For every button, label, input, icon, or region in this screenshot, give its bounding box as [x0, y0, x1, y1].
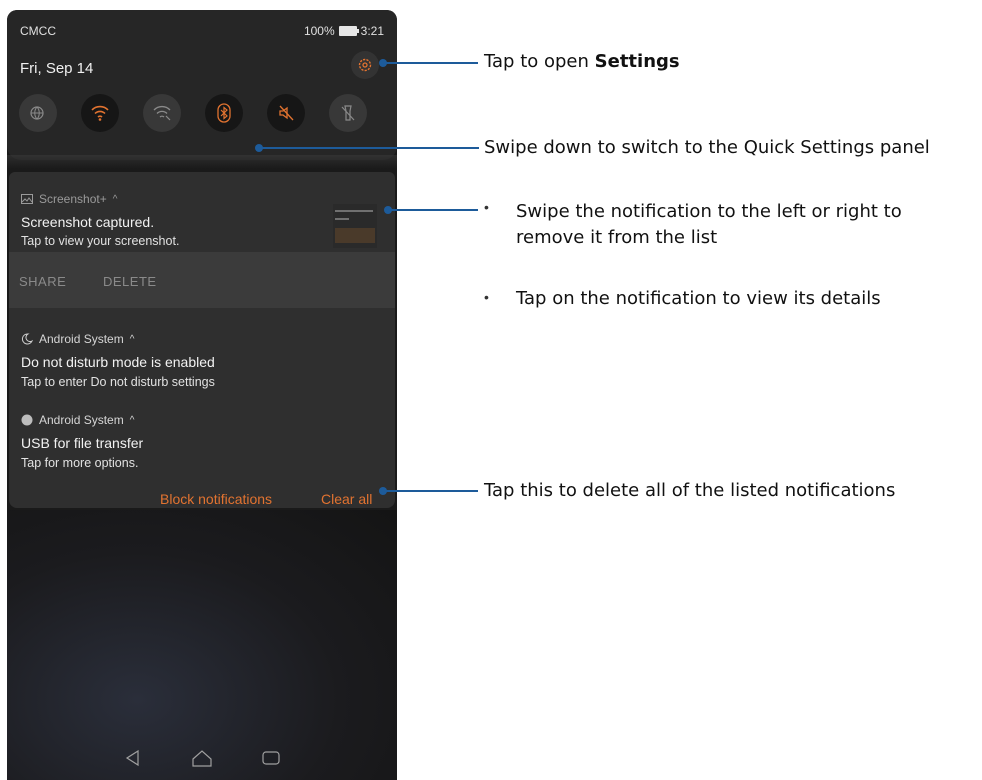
navigation-bar [7, 748, 397, 768]
notification-text[interactable]: Tap to enter Do not disturb settings [21, 375, 215, 389]
bluetooth-icon [217, 103, 231, 123]
globe-icon [30, 106, 44, 120]
annotation-settings: Tap to open Settings [484, 49, 680, 75]
settings-gear-button[interactable] [351, 51, 379, 79]
back-icon[interactable] [123, 748, 143, 768]
annotation-swipe-notification: Swipe the notification to the left or ri… [516, 201, 902, 248]
notification-app-row: Screenshot+ ^ [21, 192, 117, 206]
callout-line [388, 209, 478, 211]
notification-text[interactable]: Tap for more options. [21, 456, 138, 470]
notification-app-name: Android System [39, 332, 124, 346]
notification-group-system: Android System ^ Do not disturb mode is … [9, 308, 395, 508]
date-label: Fri, Sep 14 [20, 60, 94, 77]
notification-app-name: Screenshot+ [39, 192, 107, 206]
tile-network[interactable] [19, 94, 57, 132]
tile-hotspot[interactable] [143, 94, 181, 132]
tile-bluetooth[interactable] [205, 94, 243, 132]
recents-icon[interactable] [261, 748, 281, 768]
image-icon [21, 194, 33, 204]
carrier-label: CMCC [20, 24, 56, 38]
notification-title[interactable]: USB for file transfer [21, 435, 143, 451]
callout-line [383, 490, 478, 492]
home-icon[interactable] [191, 748, 213, 768]
callout-line [259, 147, 479, 149]
annotation-settings-bold: Settings [594, 51, 680, 72]
gear-icon [358, 58, 372, 72]
tile-flashlight[interactable] [329, 94, 367, 132]
notification-screenshot[interactable]: Screenshot+ ^ Screenshot captured. Tap t… [9, 172, 395, 252]
notification-title[interactable]: Do not disturb mode is enabled [21, 354, 215, 370]
notification-app-row: Android System ^ [21, 413, 134, 427]
chevron-up-icon: ^ [129, 333, 135, 345]
screenshot-thumbnail[interactable] [333, 204, 377, 248]
notification-text: Tap to view your screenshot. [21, 234, 180, 248]
battery-percent: 100% [303, 24, 335, 38]
wifi-off-icon [153, 105, 171, 121]
tile-wifi[interactable] [81, 94, 119, 132]
bullet: • [484, 289, 489, 305]
notification-title: Screenshot captured. [21, 214, 155, 230]
share-button[interactable]: SHARE [19, 274, 66, 289]
android-system-icon [21, 414, 33, 426]
notification-actions: SHARE DELETE [9, 252, 395, 308]
thumb-line [335, 218, 349, 220]
callout-line [383, 62, 478, 64]
quick-settings-panel[interactable]: CMCC 100% 3:21 Fri, Sep 14 [7, 10, 397, 160]
thumb-line [335, 210, 373, 212]
clear-all-button[interactable]: Clear all [321, 491, 372, 507]
bullet: • [484, 199, 489, 215]
wallpaper [7, 510, 397, 780]
annotation-swipe-down: Swipe down to switch to the Quick Settin… [484, 137, 930, 158]
annotation-tap-notification: Tap on the notification to view its deta… [516, 288, 881, 309]
quick-tiles [19, 94, 367, 132]
notification-app-name: Android System [39, 413, 124, 427]
clock: 3:21 [360, 24, 384, 38]
mute-icon [279, 105, 294, 121]
panel-shadow [7, 155, 397, 169]
battery-icon [338, 26, 359, 36]
annotation-clear-all: Tap this to delete all of the listed not… [484, 480, 896, 501]
chevron-up-icon: ^ [112, 193, 118, 205]
thumb-block [335, 228, 375, 243]
tile-sound[interactable] [267, 94, 305, 132]
annotation-settings-text: Tap to open [484, 51, 595, 72]
status-right: 100% 3:21 [304, 24, 384, 38]
chevron-up-icon: ^ [129, 414, 135, 426]
block-notifications-button[interactable]: Block notifications [160, 491, 272, 507]
wifi-icon [91, 105, 109, 121]
flashlight-off-icon [341, 105, 355, 121]
notification-app-row: Android System ^ [21, 332, 134, 346]
phone-screen: CMCC 100% 3:21 Fri, Sep 14 Screenshot+ ^… [7, 10, 397, 780]
moon-icon [21, 333, 33, 345]
delete-button[interactable]: DELETE [103, 274, 157, 289]
